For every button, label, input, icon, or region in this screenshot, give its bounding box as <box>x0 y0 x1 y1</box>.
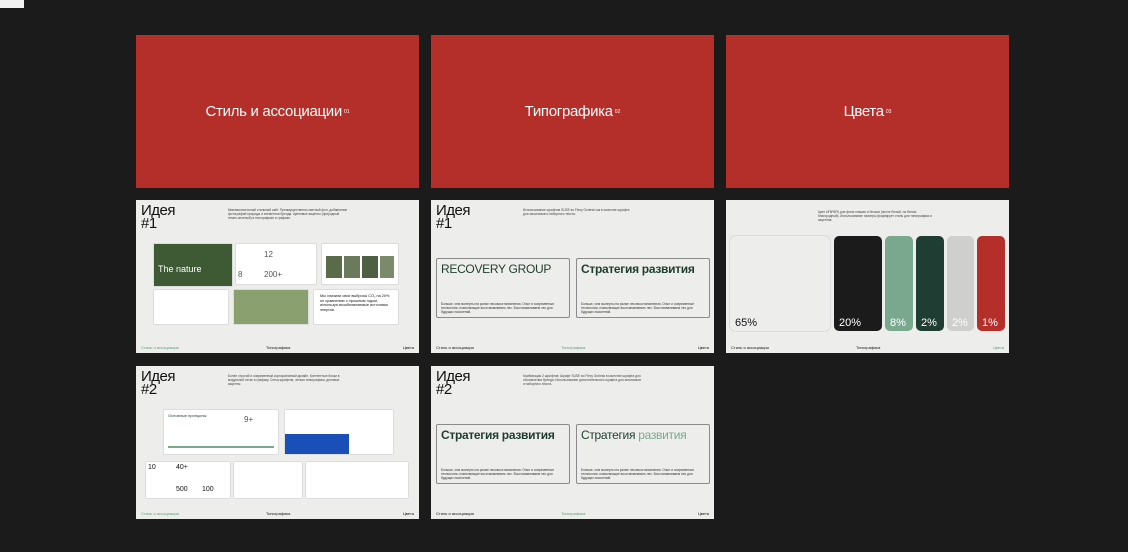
footer-colors: Цвета <box>697 345 709 350</box>
idea-label: Идея #2 <box>436 368 471 398</box>
slide-section-typography[interactable]: Типографика 02 <box>431 35 714 188</box>
font-sample-heading: Стратегия развития <box>441 428 555 442</box>
blue-card <box>285 410 393 454</box>
font-sample-body: Больше, чем эксперты на рынке лесовосста… <box>581 468 695 480</box>
font-sample-box: Стратегия развития Больше, чем эксперты … <box>576 424 710 484</box>
footer-typography: Типографика <box>561 511 586 516</box>
font-sample-body: Больше, чем эксперты на рынке лесовосста… <box>441 468 555 480</box>
idea-label: Идея #1 <box>436 202 471 232</box>
window-corner <box>0 0 24 8</box>
slide-idea1-style[interactable]: Идея #1 Минималистичный стильный сайт. П… <box>136 200 419 353</box>
footer-style: Стиль и ассоциации <box>141 511 179 516</box>
font-sample-box: RECOVERY GROUP Больше, чем эксперты на р… <box>436 258 570 318</box>
slide-idea1-colors[interactable]: Цвет #F6F6F6 для фона плашек и блоков (п… <box>726 200 1009 353</box>
nature-photo: The nature <box>154 244 232 286</box>
font-sample-body: Больше, чем эксперты на рынке лесовосста… <box>581 302 695 314</box>
principles-card: Основные принципы 9+ <box>164 410 278 454</box>
idea-label: Идея #2 <box>141 368 176 398</box>
footer-colors: Цвета <box>402 511 414 516</box>
font-sample-heading: Стратегия развития <box>581 428 687 442</box>
font-sample-box: Стратегия развития Больше, чем эксперты … <box>576 258 710 318</box>
swatch-dark-green: 2% <box>916 236 944 331</box>
swatch-gray: 2% <box>947 236 974 331</box>
stats-card: 12 200+ 8 <box>236 244 316 284</box>
footer-typography: Типографика <box>266 345 291 350</box>
swatch-bg: 65% <box>730 236 830 331</box>
slide-description: Минималистичный стильный сайт. Преимущес… <box>228 208 348 220</box>
slide-idea2-typography[interactable]: Идея #2 Комбинация 2 шрифтов: Шрифт SUSE… <box>431 366 714 519</box>
slide-idea1-typography[interactable]: Идея #1 Использование шрифтов SUSE во Fl… <box>431 200 714 353</box>
slide-description: Использование шрифтов SUSE во Flexy Grot… <box>523 208 630 216</box>
footer-typography: Типографика <box>856 345 881 350</box>
footer-colors: Цвета <box>992 345 1004 350</box>
partners-card <box>306 462 408 498</box>
footer-typography: Типографика <box>561 345 586 350</box>
font-sample-box: Стратегия развития Больше, чем эксперты … <box>436 424 570 484</box>
numbers-card: 10 40+ 500 100 <box>146 462 230 498</box>
footer-style: Стиль и ассоциации <box>141 345 179 350</box>
font-sample-heading: Стратегия развития <box>581 262 695 276</box>
footer-style: Стиль и ассоциации <box>436 345 474 350</box>
chart-card <box>234 462 302 498</box>
swatch-red: 1% <box>977 236 1005 331</box>
slide-description: Цвет #F6F6F6 для фона плашек и блоков (п… <box>818 210 933 222</box>
quote-card: Мы снизили свои выбросы CO₂ на 20% по ср… <box>314 290 398 324</box>
section-title: Типографика <box>524 103 613 120</box>
footer-colors: Цвета <box>697 511 709 516</box>
slide-section-style[interactable]: Стиль и ассоциации 01 <box>136 35 419 188</box>
section-title: Цвета <box>843 103 885 120</box>
section-number: 03 <box>885 108 892 115</box>
slide-section-colors[interactable]: Цвета 03 <box>726 35 1009 188</box>
footer-colors: Цвета <box>402 345 414 350</box>
swatch-black: 20% <box>834 236 882 331</box>
font-sample-heading: RECOVERY GROUP <box>441 262 552 276</box>
font-sample-body: Больше, чем эксперты на рынке лесовосста… <box>441 302 555 314</box>
section-number: 01 <box>343 108 350 115</box>
slide-description: Комбинация 2 шрифтов: Шрифт SUSE во Flex… <box>523 374 641 386</box>
gallery-card <box>322 244 398 284</box>
section-number: 02 <box>614 108 621 115</box>
footer-style: Стиль и ассоциации <box>436 511 474 516</box>
section-title: Стиль и ассоциации <box>205 103 342 120</box>
footer-style: Стиль и ассоциации <box>731 345 769 350</box>
footer-typography: Типографика <box>266 511 291 516</box>
slide-description: Более строгий и современный корпоративны… <box>228 374 340 386</box>
nature-headline: The nature <box>158 264 202 274</box>
aerial-photo <box>234 290 308 324</box>
text-card <box>154 290 228 324</box>
slide-idea2-style[interactable]: Идея #2 Более строгий и современный корп… <box>136 366 419 519</box>
swatch-green: 8% <box>885 236 913 331</box>
idea-label: Идея #1 <box>141 202 176 232</box>
